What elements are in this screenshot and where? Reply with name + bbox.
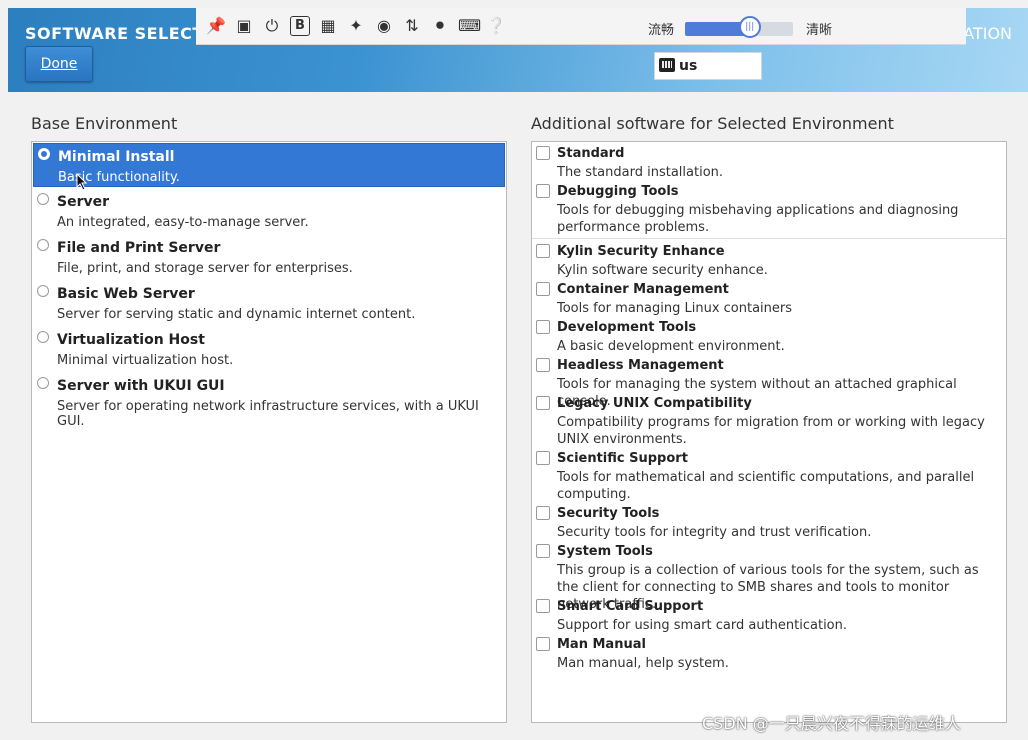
- radio-button[interactable]: [37, 285, 49, 297]
- pin-icon[interactable]: 📌: [206, 16, 226, 36]
- addon-description: Kylin software security enhance.: [557, 263, 768, 278]
- mouse-icon[interactable]: ✦: [346, 16, 366, 36]
- watermark: CSDN @一只晨兴夜不得寐的运维人: [702, 714, 961, 733]
- done-button-label: Done: [40, 56, 78, 72]
- addon-name: Kylin Security Enhance: [557, 244, 725, 259]
- radio-button[interactable]: [37, 193, 49, 205]
- environment-name: Virtualization Host: [57, 332, 205, 348]
- quality-smooth-label: 流畅: [648, 23, 675, 38]
- addon-name: Security Tools: [557, 506, 660, 521]
- addon-name: Headless Management: [557, 358, 724, 373]
- keyboard-icon: [659, 58, 675, 72]
- addon-description: Tools for managing Linux containers: [557, 301, 793, 316]
- mouse-cursor-icon: [76, 173, 88, 191]
- addon-option[interactable]: Scientific Support Tools for mathematical…: [533, 448, 1005, 503]
- addon-checkbox[interactable]: [536, 599, 550, 613]
- addon-checkbox[interactable]: [536, 146, 550, 160]
- camera-icon[interactable]: ⚫: [430, 16, 450, 36]
- environment-description: An integrated, easy-to-manage server.: [57, 215, 309, 230]
- quality-slider-knob[interactable]: |||: [738, 16, 761, 38]
- base-environment-list: Minimal Install Basic functionality. Serve…: [31, 141, 507, 723]
- addon-option[interactable]: Kylin Security Enhance Kylin software sec…: [533, 241, 1005, 279]
- addon-name: Legacy UNIX Compatibility: [557, 396, 752, 411]
- addon-option[interactable]: Container Management Tools for managing L…: [533, 279, 1005, 317]
- environment-option[interactable]: Basic Web Server Server for serving stati…: [33, 281, 505, 325]
- environment-description: Server for serving static and dynamic in…: [57, 307, 416, 322]
- addon-name: Scientific Support: [557, 451, 688, 466]
- done-button[interactable]: Done: [25, 46, 93, 82]
- addon-description: Security tools for integrity and trust v…: [557, 525, 872, 540]
- addon-checkbox[interactable]: [536, 544, 550, 558]
- addon-option[interactable]: Legacy UNIX Compatibility Compatibility p…: [533, 393, 1005, 448]
- addon-checkbox[interactable]: [536, 184, 550, 198]
- addon-checkbox[interactable]: [536, 358, 550, 372]
- addon-checkbox[interactable]: [536, 396, 550, 410]
- environment-description: Minimal virtualization host.: [57, 353, 234, 368]
- mosaic-icon[interactable]: ▦: [318, 16, 338, 36]
- environment-name: File and Print Server: [57, 240, 221, 256]
- addon-checkbox[interactable]: [536, 244, 550, 258]
- addon-description: Man manual, help system.: [557, 656, 729, 671]
- addon-name: Debugging Tools: [557, 184, 679, 199]
- keyboard-icon[interactable]: ⌨: [458, 16, 481, 36]
- remote-console-toolbar: 📌 ▣ ⏻ B ▦ ✦ ◉ ⇅ ⚫ ⌨ ❔ 流畅 ||| 清晰: [196, 8, 966, 45]
- addon-name: Development Tools: [557, 320, 697, 335]
- power-icon[interactable]: ⏻: [262, 16, 282, 36]
- base-environment-title: Base Environment: [31, 114, 178, 133]
- keyboard-layout-label: us: [679, 58, 698, 74]
- environment-description: File, print, and storage server for ente…: [57, 261, 353, 276]
- addon-description: Tools for debugging misbehaving applicat…: [557, 203, 959, 235]
- radio-button[interactable]: [37, 377, 49, 389]
- addon-name: System Tools: [557, 544, 653, 559]
- addon-name: Standard: [557, 146, 625, 161]
- keyboard-layout-indicator[interactable]: us: [654, 52, 762, 80]
- record-icon[interactable]: ◉: [374, 16, 394, 36]
- addon-name: Container Management: [557, 282, 729, 297]
- environment-option[interactable]: Server with UKUI GUI Server for operating…: [33, 373, 505, 429]
- help-icon[interactable]: ❔: [486, 16, 506, 36]
- group-separator: [532, 238, 1006, 239]
- environment-option[interactable]: File and Print Server File, print, and st…: [33, 235, 505, 279]
- additional-software-list: Standard The standard installation. Debugg…: [531, 141, 1007, 723]
- addon-description: Tools for mathematical and scientific co…: [557, 470, 975, 502]
- addon-option[interactable]: System Tools This group is a collection o…: [533, 541, 1005, 612]
- bold-b-icon[interactable]: B: [290, 16, 310, 36]
- additional-software-title: Additional software for Selected Environ…: [531, 114, 894, 133]
- addon-option[interactable]: Debugging Tools Tools for debugging misbe…: [533, 181, 1005, 237]
- environment-option[interactable]: Server An integrated, easy-to-manage serv…: [33, 189, 505, 233]
- addon-description: A basic development environment.: [557, 339, 785, 354]
- addon-description: The standard installation.: [557, 165, 724, 180]
- environment-description: Server for operating network infrastruct…: [57, 399, 479, 429]
- addon-description: Support for using smart card authenticat…: [557, 618, 848, 633]
- environment-option[interactable]: Virtualization Host Minimal virtualizatio…: [33, 327, 505, 371]
- addon-checkbox[interactable]: [536, 451, 550, 465]
- addon-checkbox[interactable]: [536, 320, 550, 334]
- radio-button[interactable]: [37, 239, 49, 251]
- radio-button[interactable]: [38, 148, 50, 160]
- addon-checkbox[interactable]: [536, 282, 550, 296]
- fit-screen-icon[interactable]: ▣: [234, 16, 254, 36]
- environment-name: Server with UKUI GUI: [57, 378, 225, 394]
- radio-button[interactable]: [37, 331, 49, 343]
- environment-name: Minimal Install: [58, 149, 175, 165]
- addon-name: Man Manual: [557, 637, 646, 652]
- addon-description: Compatibility programs for migration fro…: [557, 415, 985, 447]
- usb-icon[interactable]: ⇅: [402, 16, 422, 36]
- addon-name: Smart Card Support: [557, 599, 704, 614]
- environment-name: Basic Web Server: [57, 286, 195, 302]
- addon-option[interactable]: Development Tools A basic development env…: [533, 317, 1005, 355]
- environment-option[interactable]: Minimal Install Basic functionality.: [33, 143, 505, 187]
- environment-name: Server: [57, 194, 110, 210]
- page-title: SOFTWARE SELECTIO: [25, 24, 225, 43]
- addon-checkbox[interactable]: [536, 637, 550, 651]
- quality-clear-label: 清晰: [806, 23, 833, 38]
- addon-option[interactable]: Smart Card Support Support for using smar…: [533, 596, 1005, 634]
- addon-option[interactable]: Security Tools Security tools for integri…: [533, 503, 1005, 541]
- addon-option[interactable]: Headless Management Tools for managing th…: [533, 355, 1005, 409]
- addon-option[interactable]: Standard The standard installation.: [533, 143, 1005, 181]
- addon-option[interactable]: Man Manual Man manual, help system.: [533, 634, 1005, 672]
- addon-checkbox[interactable]: [536, 506, 550, 520]
